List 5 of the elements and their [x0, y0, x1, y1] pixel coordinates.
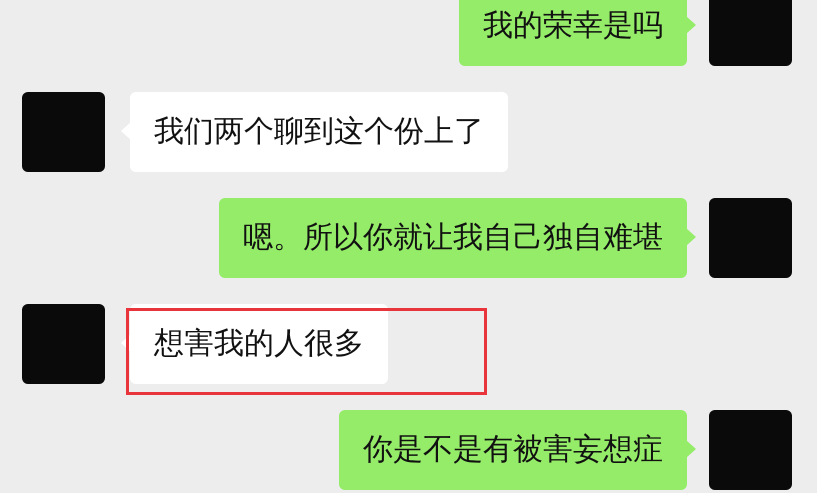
message-text: 想害我的人很多: [154, 329, 364, 359]
message-text: 你是不是有被害妄想症: [363, 435, 663, 465]
message-text: 嗯。所以你就让我自己独自难堪: [243, 223, 663, 253]
message-text: 我们两个聊到这个份上了: [154, 117, 484, 147]
message-text: 我的荣幸是吗: [483, 11, 663, 41]
